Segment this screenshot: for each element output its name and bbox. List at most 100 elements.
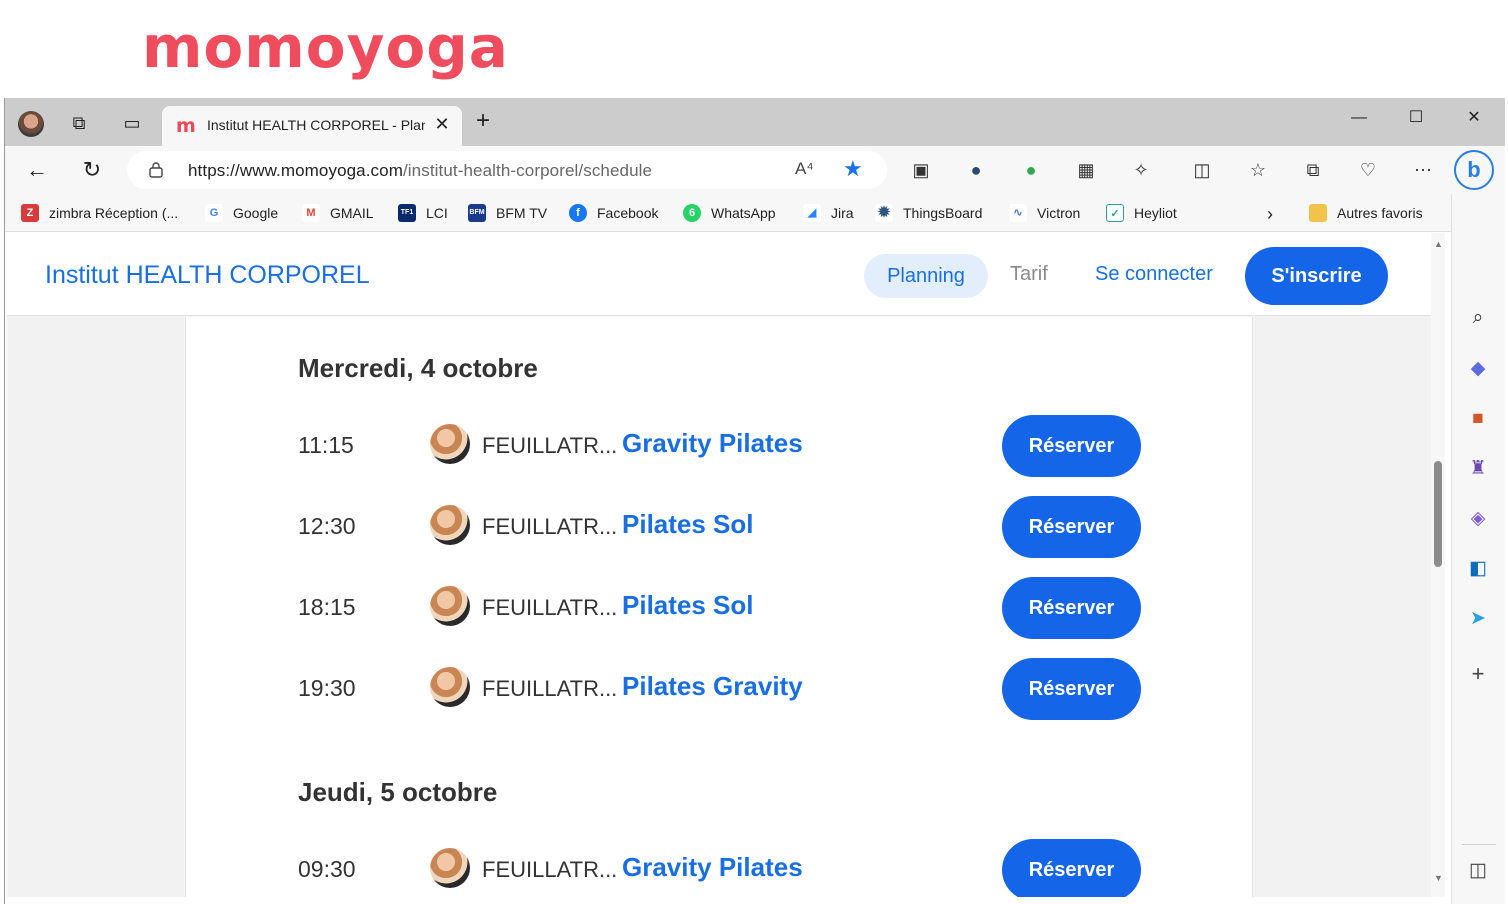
bookmark-heyliot[interactable]: ✓ Heyliot: [1106, 204, 1177, 222]
more-menu-icon[interactable]: ⋯: [1411, 158, 1435, 182]
signup-button[interactable]: S'inscrire: [1245, 247, 1388, 305]
nav-planning-link[interactable]: Planning: [864, 254, 988, 298]
scroll-down-arrow-icon[interactable]: ▼: [1434, 873, 1443, 883]
active-tab[interactable]: m Institut HEALTH CORPOREL - Planning ✕: [162, 106, 462, 146]
drop-send-icon[interactable]: ➤: [1465, 606, 1491, 632]
course-link[interactable]: Pilates Gravity: [622, 671, 803, 702]
bookmark-label: Autres favoris: [1337, 205, 1423, 221]
search-icon[interactable]: ⌕: [1465, 305, 1491, 331]
refresh-icon[interactable]: ↻: [78, 156, 106, 184]
extensions-puzzle-icon[interactable]: ✧: [1129, 158, 1153, 182]
extension-bolt-icon[interactable]: ●: [964, 158, 988, 182]
bookmark-label: GMAIL: [330, 205, 374, 221]
tab-title: Institut HEALTH CORPOREL - Planning: [207, 117, 425, 133]
victron-icon: ∿: [1009, 204, 1027, 222]
day-title: Jeudi, 5 octobre: [298, 777, 498, 807]
profile-avatar[interactable]: [18, 111, 44, 137]
microsoft-365-icon[interactable]: ◈: [1465, 506, 1491, 532]
url-domain: https://www.momoyoga.com: [188, 161, 403, 180]
browser-essentials-icon[interactable]: ♡: [1356, 158, 1380, 182]
bookmark-gmail[interactable]: M GMAIL: [302, 204, 374, 222]
collections-icon[interactable]: ⧉: [1301, 158, 1325, 182]
scroll-thumb[interactable]: [1434, 461, 1442, 567]
bfm-icon: BFM: [468, 204, 486, 222]
facebook-icon: f: [569, 204, 587, 222]
teacher-name: FEUILLATR...: [482, 676, 618, 701]
course-link[interactable]: Pilates Sol: [622, 509, 754, 540]
browser-window: ⧉ ▭ m Institut HEALTH CORPOREL - Plannin…: [4, 98, 1505, 904]
class-row: 18:15 FEUILLATR... Pilates Sol Réserver: [186, 577, 1254, 639]
bookmark-other-favorites[interactable]: Autres favoris: [1309, 204, 1423, 222]
favorites-icon[interactable]: ☆: [1246, 158, 1270, 182]
bookmark-victron[interactable]: ∿ Victron: [1009, 204, 1080, 222]
bookmark-lci[interactable]: TF1 LCI: [398, 204, 448, 222]
favorite-star-icon[interactable]: ★: [843, 156, 863, 182]
minimize-icon[interactable]: —: [1344, 106, 1374, 130]
day-title: Mercredi, 4 octobre: [298, 353, 538, 383]
class-time: 19:30: [298, 675, 356, 701]
class-row: 19:30 FEUILLATR... Pilates Gravity Réser…: [186, 658, 1254, 720]
site-header: Institut HEALTH CORPOREL Planning Tarif …: [7, 233, 1439, 316]
bookmark-thingsboard[interactable]: ✹ ThingsBoard: [875, 204, 982, 222]
back-icon[interactable]: ←: [23, 156, 51, 184]
workspaces-icon[interactable]: ⧉: [68, 112, 90, 134]
maximize-icon[interactable]: ☐: [1401, 106, 1431, 130]
close-window-icon[interactable]: ✕: [1459, 106, 1489, 130]
bookmark-label: ThingsBoard: [903, 205, 983, 221]
teacher-name: FEUILLATR...: [482, 595, 618, 620]
address-bar[interactable]: https://www.momoyoga.com/institut-health…: [127, 151, 887, 189]
split-screen-icon[interactable]: ◫: [1190, 158, 1214, 182]
extension-robot-icon[interactable]: ●: [1019, 158, 1043, 182]
hide-sidebar-icon[interactable]: ◫: [1465, 858, 1491, 884]
bookmark-label: WhatsApp: [711, 205, 776, 221]
class-row: 12:30 FEUILLATR... Pilates Sol Réserver: [186, 496, 1254, 558]
bookmark-bfmtv[interactable]: BFM BFM TV: [468, 204, 547, 222]
bookmark-label: zimbra Réception (...: [49, 205, 179, 221]
more-bookmarks-chevron-icon[interactable]: ›: [1267, 204, 1273, 225]
viewport-bottom-edge: [5, 898, 1451, 904]
momoyoga-favicon-icon: m: [176, 115, 196, 137]
read-aloud-icon[interactable]: A⁴: [795, 159, 814, 179]
bookmark-facebook[interactable]: f Facebook: [569, 204, 658, 222]
reserve-button[interactable]: Réserver: [1002, 496, 1141, 558]
bookmark-jira[interactable]: ◢ Jira: [803, 204, 854, 222]
page-scrollbar[interactable]: ▲ ▼: [1431, 233, 1445, 897]
class-row: 09:30 FEUILLATR... Gravity Pilates Réser…: [186, 839, 1254, 897]
course-link[interactable]: Gravity Pilates: [622, 852, 803, 883]
reserve-button[interactable]: Réserver: [1002, 415, 1141, 477]
bookmark-whatsapp[interactable]: 6 WhatsApp: [683, 204, 776, 222]
site-brand-link[interactable]: Institut HEALTH CORPOREL: [45, 261, 370, 290]
add-sidebar-app-icon[interactable]: +: [1465, 661, 1491, 687]
bookmark-label: Google: [233, 205, 279, 221]
course-link[interactable]: Pilates Sol: [622, 590, 754, 621]
bookmark-zimbra[interactable]: Zzimbra Réception (...: [21, 204, 178, 222]
tab-actions-icon[interactable]: ▭: [121, 112, 143, 134]
extension-copy-icon[interactable]: ▣: [909, 158, 933, 182]
reserve-button[interactable]: Réserver: [1002, 658, 1141, 720]
games-icon[interactable]: ♜: [1465, 456, 1491, 482]
teacher-name: FEUILLATR...: [482, 514, 618, 539]
qr-code-icon[interactable]: ▦: [1074, 158, 1098, 182]
nav-login-link[interactable]: Se connecter: [1095, 263, 1213, 286]
google-icon: G: [205, 204, 223, 222]
reserve-button[interactable]: Réserver: [1002, 577, 1141, 639]
new-tab-icon[interactable]: +: [471, 109, 495, 134]
class-time: 12:30: [298, 513, 356, 539]
lock-icon[interactable]: [149, 162, 163, 178]
bing-copilot-icon[interactable]: b: [1454, 150, 1494, 190]
course-link[interactable]: Gravity Pilates: [622, 428, 803, 459]
teacher-avatar: [430, 505, 470, 545]
reserve-button[interactable]: Réserver: [1002, 839, 1141, 897]
class-row: 11:15 FEUILLATR... Gravity Pilates Réser…: [186, 415, 1254, 477]
bookmark-label: LCI: [426, 205, 448, 221]
outlook-icon[interactable]: ◧: [1465, 556, 1491, 582]
jira-icon: ◢: [803, 204, 821, 222]
nav-tarif-link[interactable]: Tarif: [1010, 263, 1048, 286]
tools-briefcase-icon[interactable]: ■: [1465, 406, 1491, 432]
url-text[interactable]: https://www.momoyoga.com/institut-health…: [188, 161, 652, 181]
scroll-up-arrow-icon[interactable]: ▲: [1434, 239, 1443, 249]
bookmark-google[interactable]: G Google: [205, 204, 278, 222]
close-tab-icon[interactable]: ✕: [432, 114, 452, 134]
logo-banner: momoyoga: [0, 0, 1508, 98]
shopping-tag-icon[interactable]: ◆: [1465, 356, 1491, 382]
